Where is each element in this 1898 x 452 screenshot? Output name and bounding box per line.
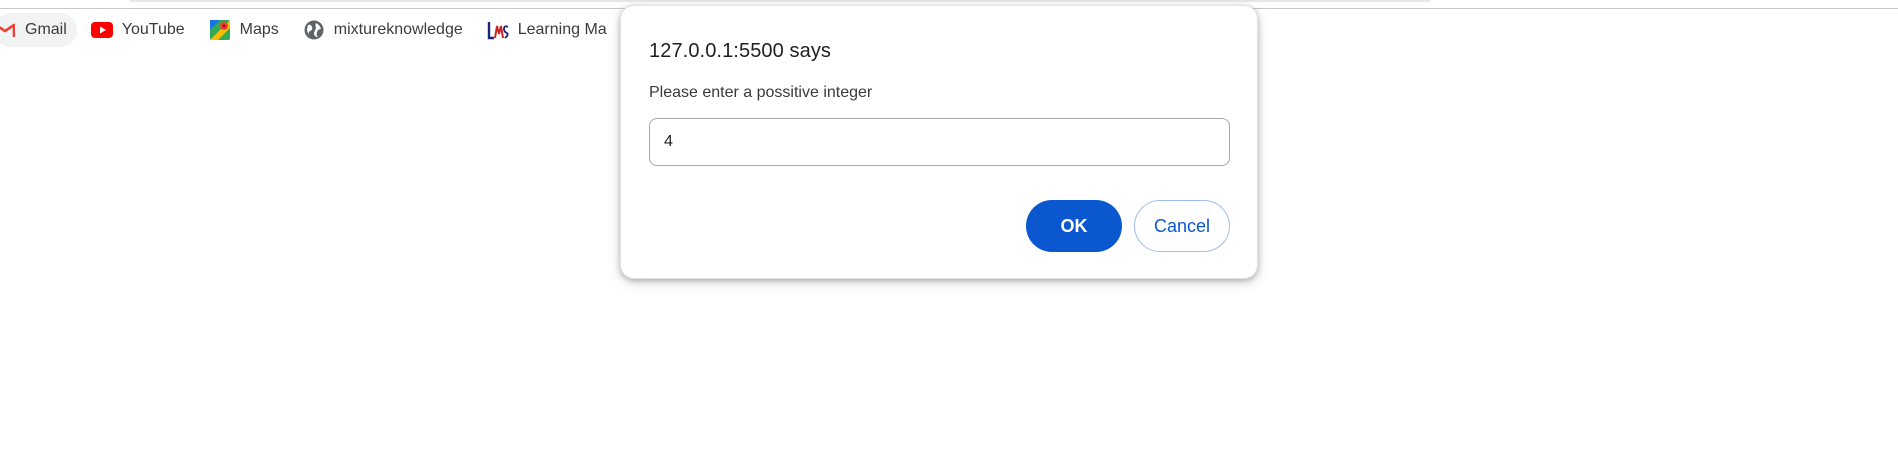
bookmark-label: Gmail [25,21,67,38]
dialog-title: 127.0.0.1:5500 says [649,40,832,62]
youtube-icon [90,19,113,41]
lms-icon [487,19,509,41]
bookmark-gmail[interactable]: Gmail [0,13,77,47]
bookmark-label: YouTube [121,21,185,38]
bookmark-label: mixtureknowledge [333,21,463,38]
bookmark-mixtureknowledge[interactable]: mixtureknowledge [295,13,473,47]
gmail-icon [0,19,16,41]
maps-icon [209,19,231,41]
bookmark-youtube[interactable]: YouTube [83,13,195,47]
bookmark-label: Learning Ma [517,21,607,38]
bookmark-label: Maps [239,21,279,38]
bookmark-maps[interactable]: Maps [201,13,289,47]
tab-strip-edge [130,0,1430,2]
cancel-button[interactable]: Cancel [1134,200,1230,252]
bookmark-learning-management[interactable]: Learning Ma [479,13,617,47]
ok-button[interactable]: OK [1026,200,1122,252]
prompt-input[interactable] [649,118,1230,166]
prompt-dialog: 127.0.0.1:5500 says Please enter a possi… [620,5,1258,279]
globe-icon [303,19,325,41]
dialog-message: Please enter a possitive integer [649,84,873,101]
